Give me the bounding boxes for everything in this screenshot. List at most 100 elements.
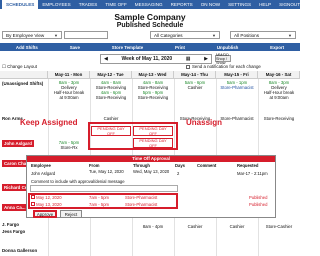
shift-cell[interactable]: 8am - 3pm Delivery Half-Hour break at 9:… bbox=[48, 80, 90, 100]
unassign-annotation: Unassign bbox=[186, 118, 223, 127]
calendar-icon[interactable]: ▦ bbox=[186, 56, 191, 62]
shift-cell[interactable]: Cashier bbox=[174, 224, 216, 229]
col-header-employee: Employee bbox=[31, 163, 51, 168]
next-week-icon[interactable]: ▶ bbox=[204, 56, 208, 62]
view-select[interactable]: By Employee View ▼ bbox=[2, 31, 62, 39]
nav-tab-help[interactable]: HELP bbox=[255, 0, 275, 9]
col-header-days: Days bbox=[175, 163, 186, 168]
shift-cell[interactable]: 4am - 8am Store-Receiving 5pm - 9pm Stor… bbox=[132, 80, 174, 100]
schedule-title: Published Schedule bbox=[116, 22, 184, 29]
action-toolbar: Add Shifts Save Store Template Print Unp… bbox=[0, 43, 300, 51]
position-select[interactable]: All Positions ▼ bbox=[230, 31, 296, 39]
shift-position: Cashier bbox=[187, 85, 203, 90]
category-select-value: All Categories bbox=[154, 32, 183, 38]
col-header-comment: Comment bbox=[197, 163, 217, 168]
shift-cell[interactable]: 8am - 3pm Delivery Half-Hour break at 9:… bbox=[258, 80, 300, 100]
shift-cell[interactable]: Store-Cashier bbox=[258, 224, 300, 229]
shift-cell[interactable]: 7am - 5pm Store-Rx bbox=[48, 140, 90, 150]
highlight-box bbox=[88, 122, 178, 150]
from-date: Tue, May 12, 2020 bbox=[89, 169, 124, 174]
week-navigator: ◀ Week of May 11, 2020 ▦ ▶ bbox=[100, 54, 212, 64]
row-label-unassigned: (Unassigned Shifts) bbox=[2, 81, 44, 86]
category-select[interactable]: All Categories ▼ bbox=[150, 31, 220, 39]
change-layout-label: Change Layout bbox=[7, 64, 37, 69]
shift-cell[interactable]: 8am - 4pm bbox=[132, 224, 174, 229]
day-header-tue[interactable]: May-12 - Tue bbox=[90, 71, 132, 79]
prev-week-icon[interactable]: ◀ bbox=[104, 56, 108, 62]
week-label: Week of May 11, 2020 bbox=[121, 56, 173, 62]
week-view-button[interactable]: MM/DD Shop / Show bbox=[215, 53, 231, 65]
nav-tab-schedules[interactable]: SCHEDULES bbox=[2, 0, 39, 9]
employee-name: John Aslgard bbox=[31, 171, 56, 176]
shift-cell[interactable]: Cashier bbox=[216, 224, 258, 229]
print-button[interactable]: Print bbox=[175, 45, 185, 50]
days-count: 2 bbox=[177, 171, 180, 176]
nav-tab-employees[interactable]: EMPLOYEES bbox=[38, 0, 74, 9]
chevron-down-icon: ▼ bbox=[212, 32, 216, 38]
nav-tab-settings[interactable]: SETTINGS bbox=[224, 0, 255, 9]
position-select-value: All Positions bbox=[234, 32, 260, 38]
row-label-employee[interactable]: Anna Ca... bbox=[2, 204, 28, 211]
notification-option[interactable]: Send a notification for each change bbox=[186, 64, 261, 69]
nav-tab-signout[interactable]: SIGNOUT bbox=[275, 0, 300, 9]
shift-position: Store-Receiving bbox=[95, 95, 127, 100]
shift-position: Store-Receiving bbox=[137, 95, 169, 100]
day-header-fri[interactable]: May-15 - Fri bbox=[216, 71, 258, 79]
time-off-approval-dialog: Time Off Approval Employee From Through … bbox=[26, 155, 276, 218]
chevron-down-icon: ▼ bbox=[288, 32, 292, 38]
row-label-employee[interactable]: Jess Fargo bbox=[2, 229, 25, 234]
search-input[interactable] bbox=[64, 31, 108, 39]
keep-assigned-annotation: Keep Assigned bbox=[20, 118, 78, 127]
dialog-title: Time Off Approval bbox=[27, 156, 275, 162]
comment-input[interactable] bbox=[30, 185, 178, 192]
day-header-sat[interactable]: May-16 - Sat bbox=[258, 71, 300, 79]
unpublish-button[interactable]: Unpublish bbox=[217, 45, 238, 50]
row-label-employee[interactable]: John Aslgard bbox=[2, 140, 34, 147]
company-name: Sample Company bbox=[114, 12, 186, 22]
nav-tab-trades[interactable]: TRADES bbox=[75, 0, 102, 9]
shift-status: Published bbox=[249, 202, 268, 207]
shift-cell[interactable]: 5am - 6pm Cashier bbox=[174, 80, 216, 90]
highlight-box bbox=[28, 193, 178, 209]
employee-column-header bbox=[0, 71, 48, 79]
col-header-requested: Requested bbox=[237, 163, 259, 168]
shift-note: at 9:00am bbox=[269, 95, 289, 100]
col-header-from: From bbox=[89, 163, 100, 168]
store-template-button[interactable]: Store Template bbox=[112, 45, 143, 50]
shift-status: Published bbox=[249, 195, 268, 200]
shift-note: at 9:00am bbox=[59, 95, 79, 100]
shift-position: Store-Pharmacist bbox=[220, 85, 254, 90]
save-button[interactable]: Save bbox=[70, 45, 80, 50]
change-layout-link[interactable]: ☐ Change Layout bbox=[2, 64, 37, 70]
shift-cell[interactable]: 4am - 8am Store-Receiving 4am - 6pm Stor… bbox=[90, 80, 132, 100]
shift-cell[interactable]: Cashier bbox=[90, 116, 132, 121]
day-header-thu[interactable]: May-14 - Thu bbox=[174, 71, 216, 79]
export-button[interactable]: Export bbox=[270, 45, 284, 50]
requested-date: Mar-17 - 2:11pm bbox=[237, 171, 268, 176]
row-label-employee[interactable]: Donna Gallerson bbox=[2, 248, 37, 253]
notification-checkbox[interactable] bbox=[186, 64, 190, 69]
shift-cell[interactable]: 5am - 1pm Store-Pharmacist bbox=[216, 80, 258, 90]
col-header-through: Through bbox=[133, 163, 150, 168]
approve-button[interactable]: Approve bbox=[33, 210, 57, 218]
notification-label: Send a notification for each change bbox=[192, 64, 261, 69]
comment-label: Comment to include with approval/denial … bbox=[31, 179, 125, 184]
add-shifts-button[interactable]: Add Shifts bbox=[16, 45, 38, 50]
view-select-value: By Employee View bbox=[6, 32, 45, 38]
nav-tab-time-off[interactable]: TIME OFF bbox=[101, 0, 130, 9]
day-header-mon[interactable]: May-11 - Mon bbox=[48, 71, 90, 79]
shift-cell[interactable]: Store-Receiving bbox=[258, 116, 300, 121]
through-date: Wed, May 13, 2020 bbox=[133, 169, 170, 174]
nav-tab-on-now[interactable]: ON NOW bbox=[197, 0, 224, 9]
nav-tab-messaging[interactable]: MESSAGING bbox=[131, 0, 167, 9]
nav-tab-reports[interactable]: REPORTS bbox=[167, 0, 197, 9]
day-header-wed[interactable]: May-13 - Wed bbox=[132, 71, 174, 79]
schedule-page: SCHEDULES EMPLOYEES TRADES TIME OFF MESS… bbox=[0, 0, 300, 256]
top-nav: SCHEDULES EMPLOYEES TRADES TIME OFF MESS… bbox=[0, 0, 300, 9]
shift-cell[interactable]: Store-Pharmacist bbox=[216, 116, 258, 121]
layout-icon: ☐ bbox=[2, 64, 6, 69]
reject-button[interactable]: Reject bbox=[60, 210, 82, 218]
shift-position: Store-Rx bbox=[60, 145, 78, 150]
chevron-down-icon: ▼ bbox=[54, 32, 58, 38]
row-label-employee[interactable]: J. Fargo bbox=[2, 222, 19, 227]
